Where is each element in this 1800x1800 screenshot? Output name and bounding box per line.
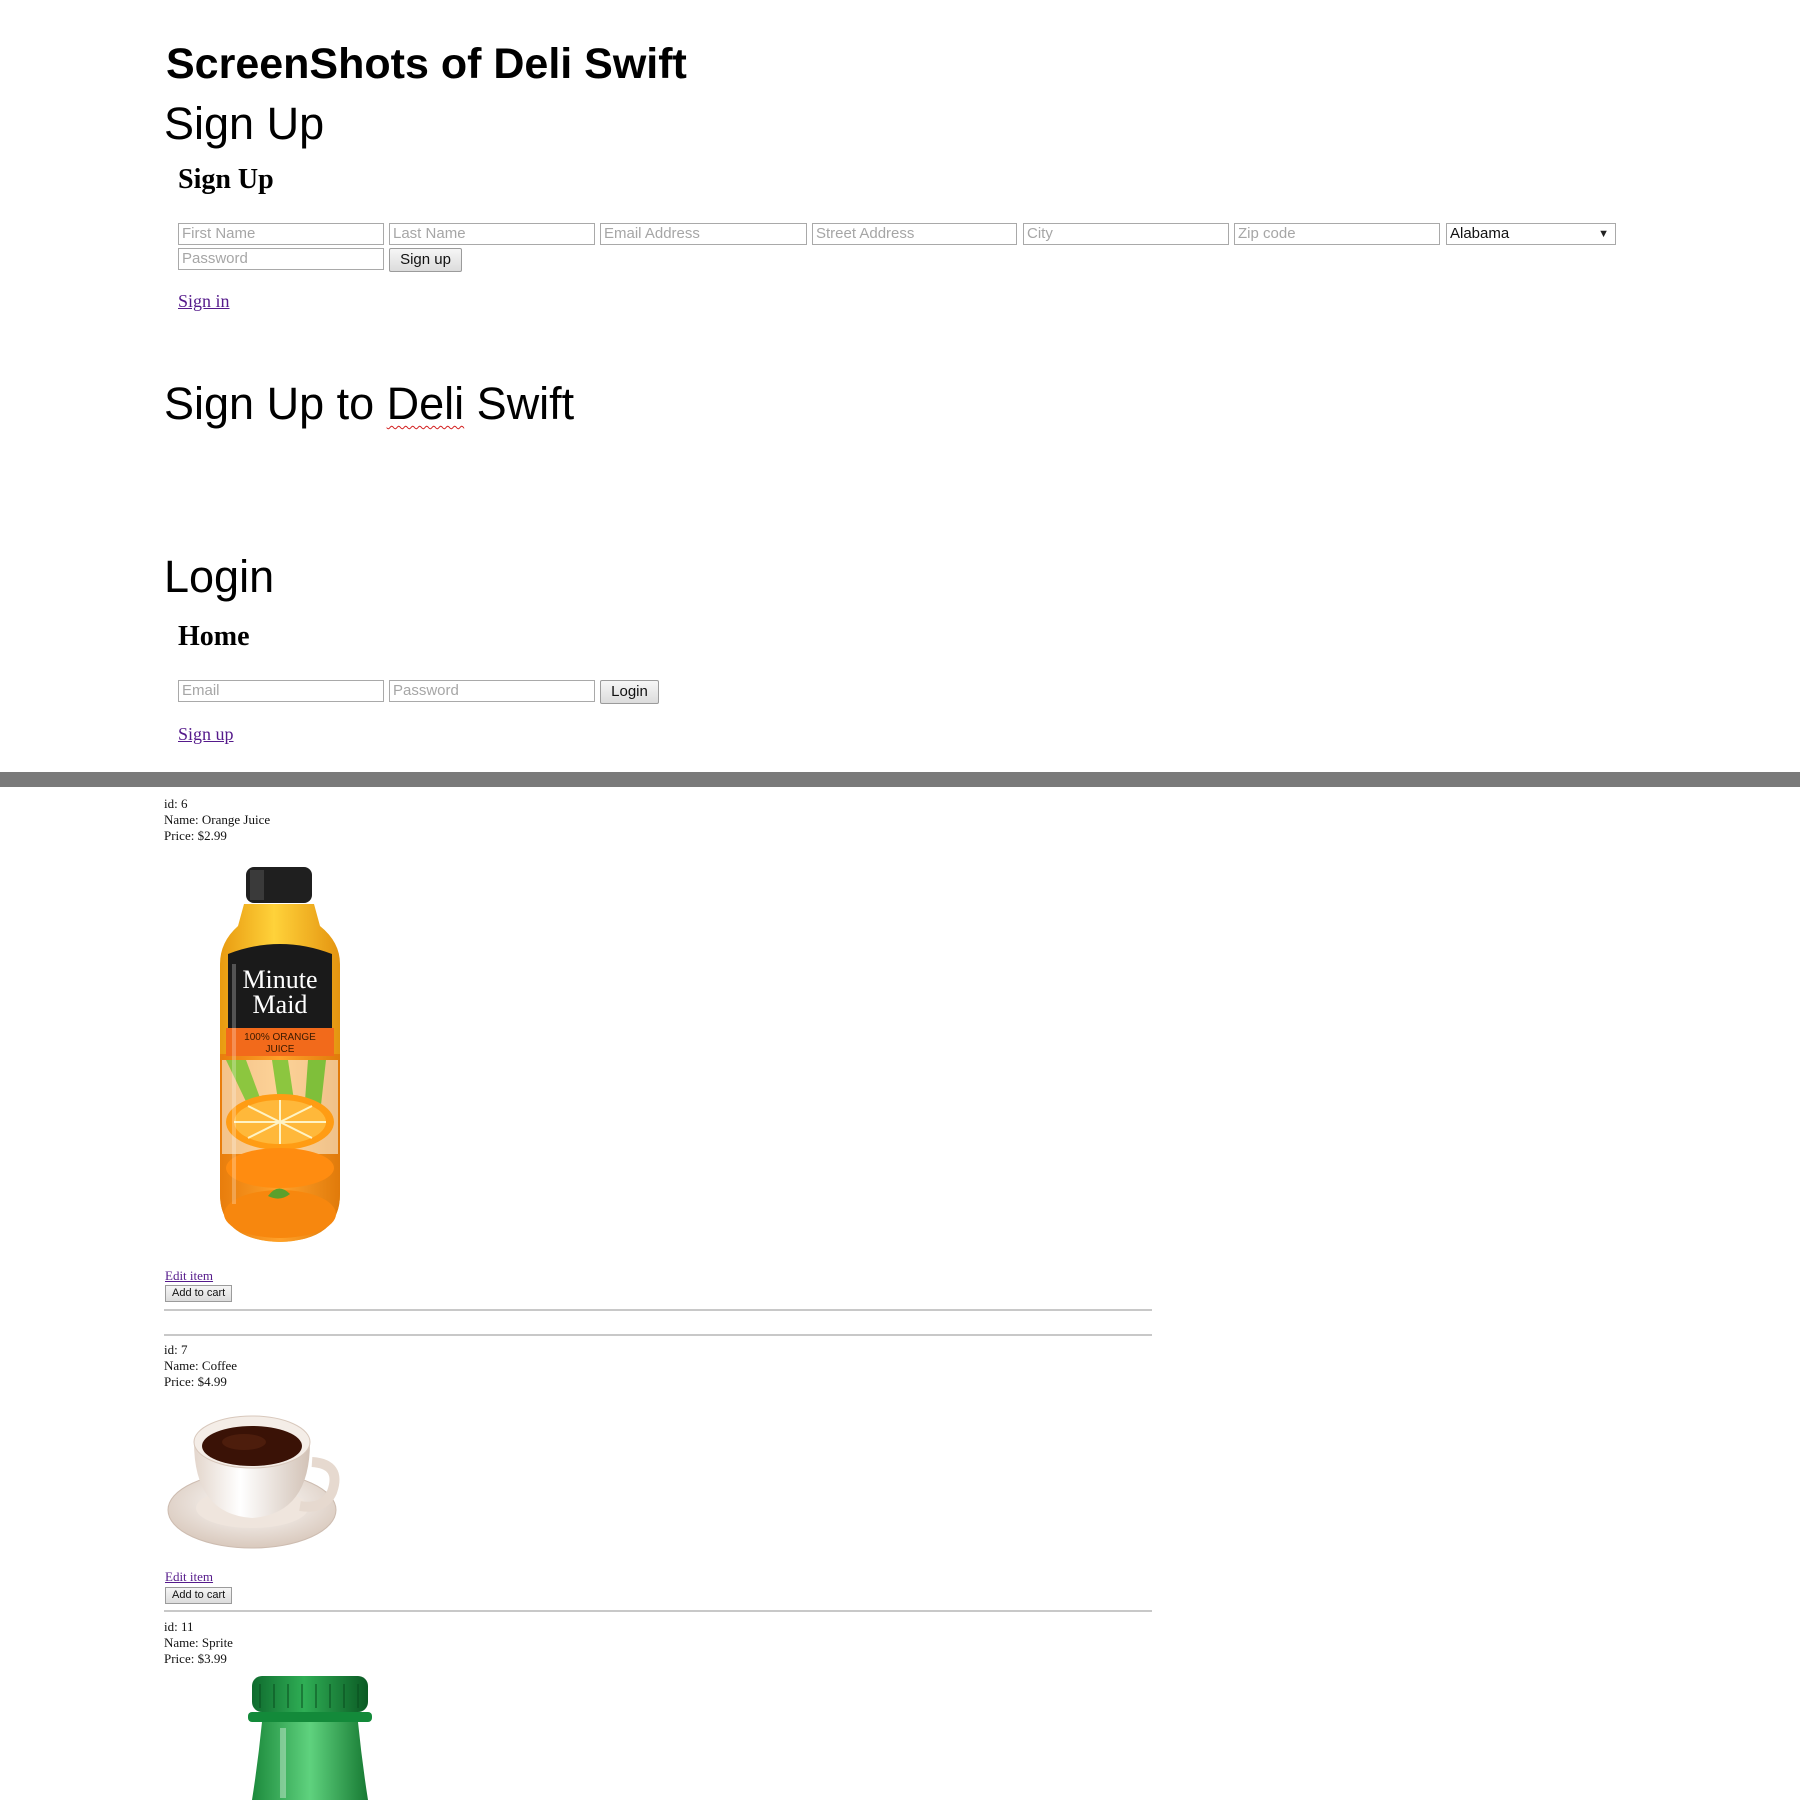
product-name: Name: Sprite	[164, 1635, 233, 1650]
product-info: id: 6 Name: Orange Juice Price: $2.99	[164, 796, 270, 844]
edit-item-link[interactable]: Edit item	[165, 1569, 213, 1585]
sign-up-link[interactable]: Sign up	[178, 724, 234, 745]
password-input[interactable]: Password	[178, 248, 384, 270]
product-info: id: 11 Name: Sprite Price: $3.99	[164, 1619, 233, 1667]
login-button[interactable]: Login	[600, 680, 659, 704]
state-select[interactable]: Alabama ▼	[1446, 223, 1616, 245]
product-price: Price: $3.99	[164, 1651, 227, 1666]
orange-juice-bottle-icon: Minute Maid 100% ORANGE JUICE	[220, 867, 340, 1242]
city-input[interactable]: City	[1023, 223, 1229, 245]
product-id: id: 6	[164, 796, 188, 811]
page-title: ScreenShots of Deli Swift	[166, 40, 687, 88]
login-form-heading: Home	[178, 621, 250, 652]
product-id: id: 7	[164, 1342, 188, 1357]
street-address-input[interactable]: Street Address	[812, 223, 1017, 245]
caption-suffix: Swift	[464, 378, 575, 429]
screenshot-page: ScreenShots of Deli Swift Sign Up Sign U…	[0, 0, 1800, 1800]
add-to-cart-button[interactable]: Add to cart	[165, 1285, 233, 1302]
product-name: Name: Orange Juice	[164, 812, 271, 827]
state-select-value: Alabama	[1450, 225, 1510, 242]
sprite-bottle-icon	[248, 1676, 372, 1800]
chevron-down-icon: ▼	[1598, 228, 1609, 240]
product-price: Price: $4.99	[164, 1374, 227, 1389]
login-caption: Login	[164, 551, 275, 602]
edit-item-link[interactable]: Edit item	[165, 1268, 213, 1284]
caption-prefix: Sign Up to	[164, 378, 387, 429]
item-separator	[164, 1334, 1152, 1336]
product-name: Name: Coffee	[164, 1358, 238, 1373]
sign-in-link[interactable]: Sign in	[178, 291, 230, 312]
product-info: id: 7 Name: Coffee Price: $4.99	[164, 1342, 237, 1390]
email-address-input[interactable]: Email Address	[600, 223, 807, 245]
login-password-input[interactable]: Password	[389, 680, 595, 702]
login-email-input[interactable]: Email	[178, 680, 384, 702]
product-id: id: 11	[164, 1619, 194, 1634]
juice-label-line-1: 100% ORANGE	[244, 1032, 316, 1043]
sign-up-button[interactable]: Sign up	[389, 248, 462, 272]
signup-form-heading: Sign Up	[178, 164, 274, 195]
brand-label-line-2: Maid	[253, 990, 308, 1019]
first-name-input[interactable]: First Name	[178, 223, 384, 245]
signup-deli-caption: Sign Up to Deli Swift	[164, 378, 574, 430]
item-separator	[164, 1309, 1152, 1311]
item-separator	[164, 1610, 1152, 1612]
juice-label-line-2: JUICE	[266, 1044, 295, 1055]
screenshot-divider	[0, 772, 1800, 787]
signup-caption: Sign Up	[164, 98, 325, 149]
last-name-input[interactable]: Last Name	[389, 223, 595, 245]
zip-code-input[interactable]: Zip code	[1234, 223, 1440, 245]
coffee-cup-icon	[167, 1415, 340, 1549]
caption-brand-word: Deli	[386, 378, 465, 429]
product-price: Price: $2.99	[164, 828, 227, 843]
add-to-cart-button[interactable]: Add to cart	[165, 1587, 233, 1604]
